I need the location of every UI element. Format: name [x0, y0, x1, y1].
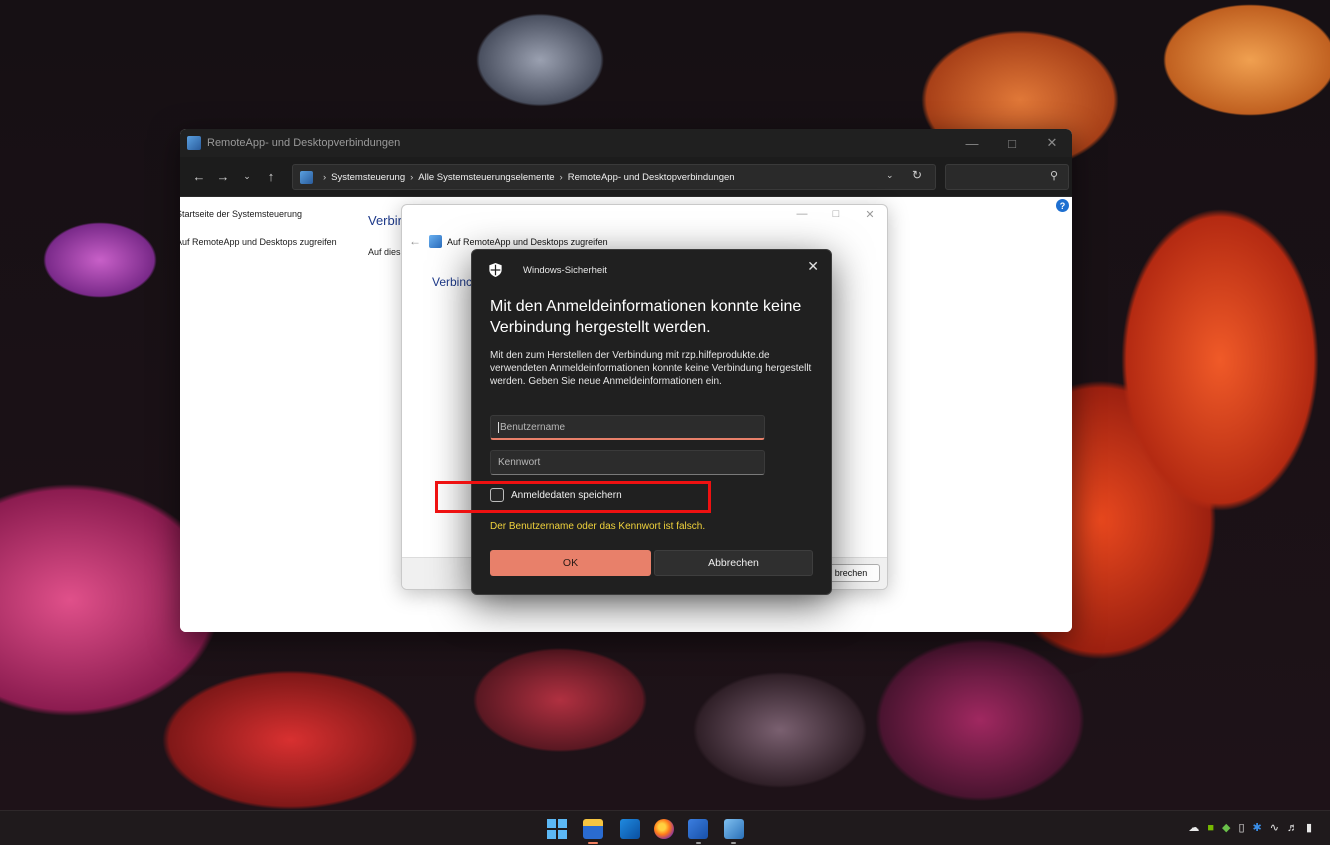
- remoteapp-icon: [429, 235, 442, 248]
- breadcrumb-separator-icon: ›: [559, 171, 563, 183]
- breadcrumb-separator-icon: ›: [410, 171, 414, 183]
- title-bar[interactable]: RemoteApp- und Desktopverbindungen — □ ✕: [180, 129, 1072, 157]
- cancel-button[interactable]: Abbrechen: [654, 550, 813, 576]
- search-input[interactable]: ⚲: [945, 164, 1069, 190]
- window-title: RemoteApp- und Desktopverbindungen: [207, 137, 401, 149]
- firefox-icon[interactable]: [654, 819, 674, 839]
- wifi-icon[interactable]: ∿: [1270, 821, 1279, 835]
- password-field[interactable]: Kennwort: [490, 450, 765, 475]
- address-bar: ← → ⌄ ↑ › Systemsteuerung › Alle Systems…: [180, 157, 1072, 197]
- highlight-annotation: [435, 481, 711, 513]
- back-arrow-icon[interactable]: ←: [188, 169, 210, 184]
- system-tray: ☁ ■ ◆ ▯ ✱ ∿ ♬ ▮: [1188, 821, 1312, 835]
- username-placeholder: Benutzername: [500, 421, 566, 433]
- battery-icon[interactable]: ▮: [1306, 821, 1312, 835]
- wizard-title-text: Auf RemoteApp und Desktops zugreifen: [447, 236, 608, 247]
- onedrive-icon[interactable]: ☁: [1188, 821, 1199, 835]
- help-icon[interactable]: ?: [1056, 199, 1069, 212]
- bluetooth-icon[interactable]: ✱: [1253, 821, 1262, 835]
- close-icon[interactable]: ✕: [853, 208, 887, 221]
- page-title: Verbir: [368, 213, 402, 228]
- running-app-indicator: [696, 842, 701, 844]
- chevron-down-icon[interactable]: ⌄: [886, 170, 894, 181]
- maximize-icon[interactable]: □: [819, 208, 853, 221]
- error-message: Der Benutzername oder das Kennwort ist f…: [490, 521, 706, 532]
- address-field[interactable]: › Systemsteuerung › Alle Systemsteuerung…: [292, 164, 936, 190]
- ok-button[interactable]: OK: [490, 550, 651, 576]
- breadcrumb-all-items[interactable]: Alle Systemsteuerungselemente: [418, 172, 554, 183]
- running-app-indicator: [731, 842, 736, 844]
- wizard-heading: Verbinc: [432, 275, 473, 289]
- windows-security-dialog: Windows-Sicherheit ✕ Mit den Anmeldeinfo…: [471, 249, 832, 595]
- file-explorer-icon[interactable]: [583, 819, 603, 839]
- active-app-indicator: [588, 842, 598, 844]
- outlook-icon[interactable]: [620, 819, 640, 839]
- close-icon[interactable]: ✕: [807, 258, 819, 275]
- sidebar-link-access-remoteapp[interactable]: Auf RemoteApp und Desktops zugreifen: [180, 237, 346, 248]
- breadcrumb-remoteapp[interactable]: RemoteApp- und Desktopverbindungen: [568, 172, 735, 183]
- dialog-heading: Mit den Anmeldeinformationen konnte kein…: [490, 298, 802, 336]
- up-arrow-icon[interactable]: ↑: [260, 169, 282, 184]
- close-icon[interactable]: ✕: [1032, 129, 1072, 157]
- minimize-icon[interactable]: —: [952, 129, 992, 157]
- refresh-icon[interactable]: ↻: [912, 168, 922, 182]
- username-field[interactable]: Benutzername: [490, 415, 765, 440]
- shield-icon: [489, 263, 502, 277]
- breadcrumb-systemsteuerung[interactable]: Systemsteuerung: [331, 172, 405, 183]
- sidebar-link-home[interactable]: Startseite der Systemsteuerung: [180, 209, 341, 220]
- dialog-message: Mit den zum Herstellen der Verbindung mi…: [490, 350, 812, 387]
- forward-arrow-icon[interactable]: →: [212, 169, 234, 184]
- breadcrumb-separator-icon: ›: [323, 171, 327, 183]
- network-app-icon[interactable]: ◆: [1222, 821, 1230, 835]
- usb-icon[interactable]: ▯: [1238, 821, 1244, 835]
- word-icon[interactable]: [688, 819, 708, 839]
- taskbar: ☁ ■ ◆ ▯ ✱ ∿ ♬ ▮: [0, 810, 1330, 845]
- page-description: Auf dies: [368, 247, 401, 257]
- control-panel-icon: [187, 136, 201, 150]
- windows-start-icon[interactable]: [547, 819, 567, 839]
- dialog-app-name: Windows-Sicherheit: [523, 265, 607, 276]
- maximize-icon[interactable]: □: [992, 129, 1032, 157]
- nvidia-icon[interactable]: ■: [1207, 821, 1214, 835]
- minimize-icon[interactable]: —: [785, 208, 819, 221]
- volume-icon[interactable]: ♬: [1287, 821, 1298, 835]
- search-icon: ⚲: [1049, 170, 1058, 182]
- password-placeholder: Kennwort: [498, 457, 541, 468]
- recent-chevron-icon[interactable]: ⌄: [236, 171, 258, 182]
- control-panel-icon: [300, 170, 313, 184]
- back-arrow-icon[interactable]: ←: [409, 234, 421, 248]
- wizard-title: Auf RemoteApp und Desktops zugreifen: [429, 235, 608, 248]
- text-caret: [498, 421, 499, 433]
- remote-desktop-icon[interactable]: [724, 819, 744, 839]
